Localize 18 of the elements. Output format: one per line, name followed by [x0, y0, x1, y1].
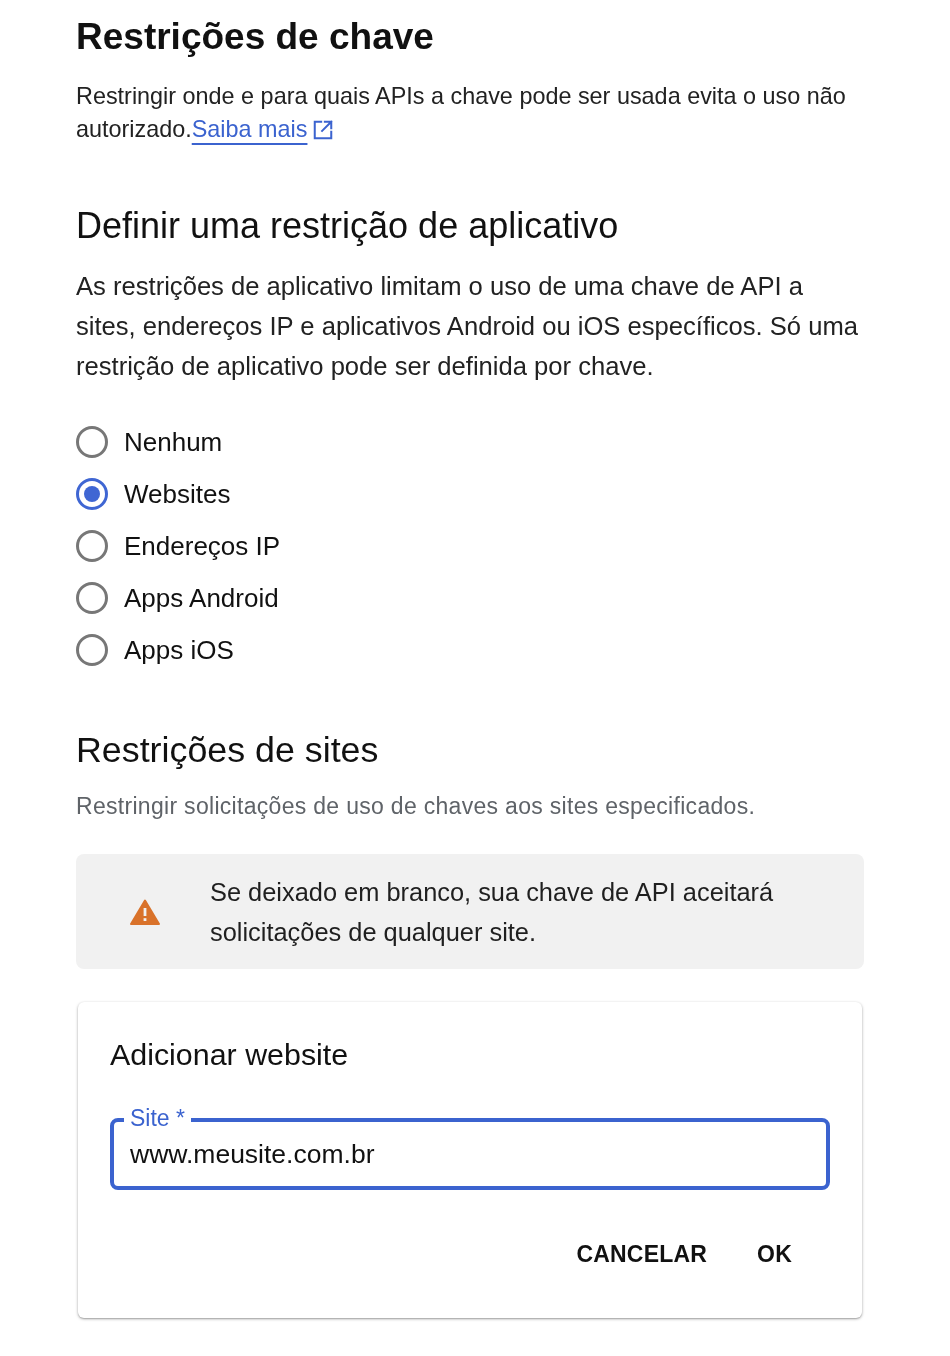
learn-more-link[interactable]: Saiba mais [191, 113, 335, 146]
description-text: As restrições de aplicativo limitam o uso de uma chave de API a sites, endereços IP e aplicativos Android ou iOS específicos. Só uma restrição de aplicativo pode ser definida por chave. [76, 271, 859, 382]
radio-option[interactable]: Apps iOS [76, 624, 234, 676]
external-link-icon [312, 118, 335, 141]
section-heading: Restrições de sites [76, 729, 380, 771]
warning-text: Se deixado em branco, sua chave de API aceitará solicitações de qualquer site. [210, 877, 775, 948]
radio-option[interactable]: Websites [76, 468, 231, 520]
radio-option[interactable]: Nenhum [76, 416, 223, 468]
section-title: Restrições de chave [76, 15, 435, 59]
radio-option[interactable]: Apps Android [76, 572, 279, 624]
warning-icon [130, 899, 160, 925]
intro-text: Restringir onde e para quais APIs a chave pode ser usada evita o uso não autorizado.Saiba mais [76, 80, 864, 146]
dialog-button[interactable]: CANCELAR [562, 1230, 722, 1278]
section-heading: Definir uma restrição de aplicativo [76, 205, 620, 247]
description-text: Restringir solicitações de uso de chaves aos sites especificados. [76, 792, 757, 821]
radio-option[interactable]: Endereços IP [76, 520, 281, 572]
dialog-button[interactable]: OK [743, 1230, 806, 1278]
dialog-title: Adicionar website [110, 1036, 350, 1072]
